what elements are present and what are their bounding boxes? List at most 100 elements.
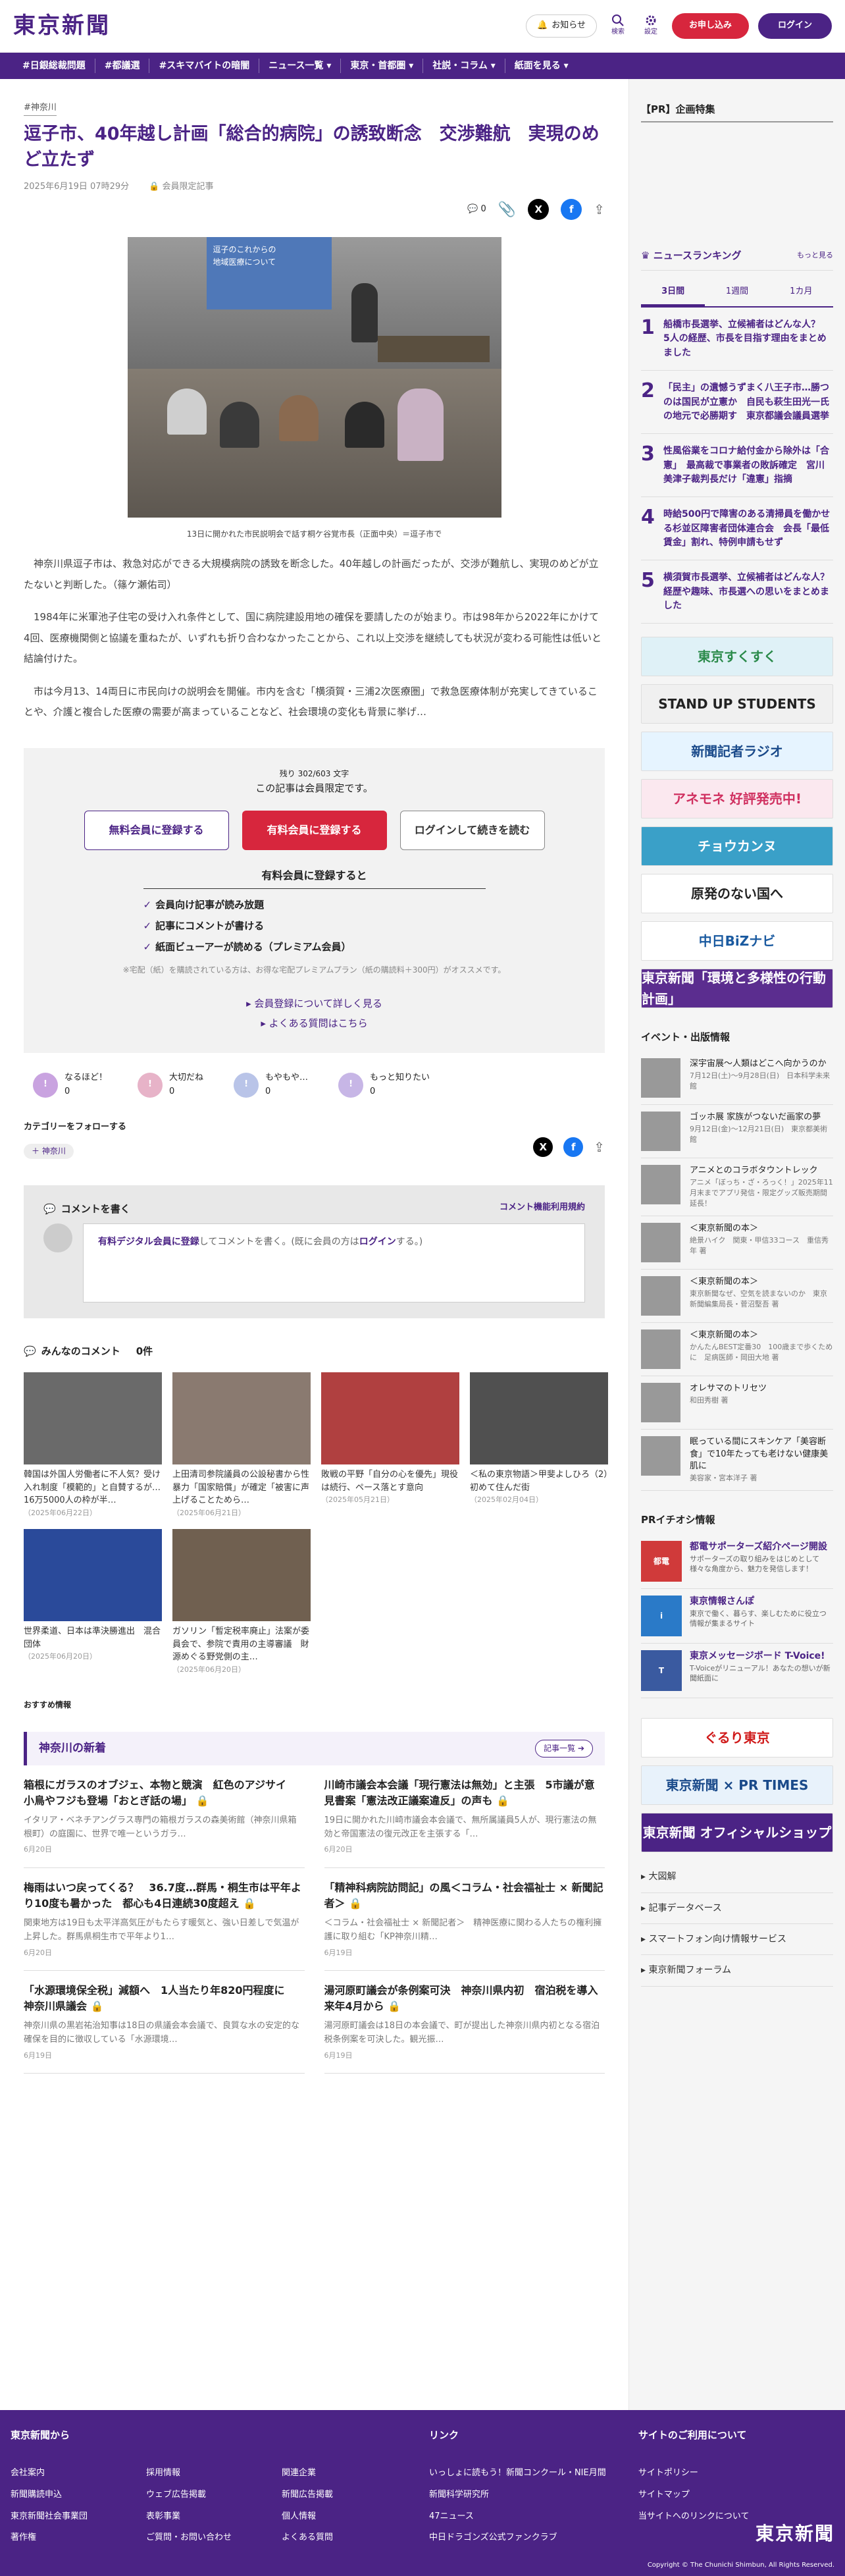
comment-login-link[interactable]: ログイン [359, 1237, 396, 1247]
footer-link[interactable]: 採用情報 [146, 2467, 282, 2481]
sidebar-banner[interactable]: 東京新聞「環境と多様性の行動計画」 [641, 969, 833, 1009]
sidebar-banner[interactable]: 東京すくすく [641, 637, 833, 677]
tab-1week[interactable]: 1週間 [705, 280, 769, 306]
related-card[interactable]: 上田清司参院議員の公設秘書から性暴力「国家賠償」が確定「被害に声上げることためら… [172, 1372, 311, 1518]
ranking-item[interactable]: 4 時給500円で障害のある清掃員を働かせる杉並区障害者団体連合会 会長「最低賃金… [641, 497, 833, 561]
ranking-more-link[interactable]: もっと見る [797, 250, 833, 261]
news-item[interactable]: 川崎市議会本会議「現行憲法は無効」と主張 5市議が意見書案「憲法改正議案違反」の… [324, 1765, 605, 1869]
settings-button[interactable]: 設定 [639, 14, 663, 38]
sidebar-link[interactable]: ▸ スマートフォン向け情報サービス [641, 1924, 833, 1956]
facebook-share-icon[interactable]: f [563, 1137, 584, 1157]
comment-count[interactable]: 💬 0 [467, 203, 486, 217]
sidebar-link[interactable]: ▸ 東京新聞フォーラム [641, 1955, 833, 1987]
sidebar-banner[interactable]: 新聞記者ラジオ [641, 732, 833, 772]
search-button[interactable]: 検索 [606, 14, 630, 38]
footer-link[interactable]: サイトマップ [638, 2488, 834, 2502]
footer-link[interactable]: 著作権 [11, 2531, 146, 2545]
nav-item[interactable]: #日銀総裁問題 [13, 58, 95, 74]
event-item[interactable]: オレサマのトリセツ 和田秀樹 著 [641, 1376, 833, 1430]
news-item[interactable]: 「精神科病院訪問記」の風＜コラム・社会福祉士 × 新聞記者＞ 🔒 ＜コラム・社会福… [324, 1868, 605, 1972]
reaction-button[interactable]: ! もやもや… 0 [234, 1071, 308, 1099]
ranking-item[interactable]: 1 船橋市長選挙、立候補者はどんな人？ 5人の経歴、市長を目指す理由をまとめました [641, 308, 833, 371]
footer-link[interactable]: 新聞科学研究所 [429, 2488, 638, 2502]
news-item[interactable]: 梅雨はいつ戻ってくる？ 36.7度…群馬・桐生市は平年より10度も暑かった 都心… [24, 1868, 305, 1972]
related-card[interactable]: 敗戦の平野「自分の心を優先」現役は続行、ペース落とす意向 （2025年05月21日… [321, 1372, 459, 1518]
membership-info-link[interactable]: ▸ 会員登録について詳しく見る [50, 994, 578, 1013]
event-item[interactable]: アニメとのコラボタウントレック アニメ「ぼっち・ざ・ろっく！」2025年11月末ま… [641, 1158, 833, 1216]
nav-item[interactable]: #都議選 [95, 58, 150, 74]
reaction-button[interactable]: ! 大切だね 0 [138, 1071, 203, 1099]
article-list-button[interactable]: 記事一覧 ➔ [535, 1739, 593, 1758]
footer-link[interactable]: ご質問・お問い合わせ [146, 2531, 282, 2545]
footer-link[interactable]: 中日ドラゴンズ公式ファンクラブ [429, 2531, 638, 2545]
comment-input[interactable]: 有料デジタル会員に登録してコメントを書く。(既に会員の方はログインする。) [83, 1223, 585, 1303]
nav-item[interactable]: 社説・コラム ▾ [423, 58, 505, 74]
pr-info-item[interactable]: T 東京メッセージボード T-Voice! T-Voiceがリニューアル！あなたの想… [641, 1644, 833, 1699]
paid-register-button[interactable]: 有料会員に登録する [242, 810, 387, 850]
tab-3days[interactable]: 3日間 [641, 280, 705, 306]
news-item[interactable]: 湯河原町議会が条例案可決 神奈川県内初 宿泊税を導入 来年4月から 🔒 湯河原町議… [324, 1971, 609, 2074]
event-item[interactable]: ゴッホ展 家族がつないだ画家の夢 9月12日(金)〜12月21日(日) 東京都美術… [641, 1105, 833, 1159]
reaction-button[interactable]: ! もっと知りたい 0 [338, 1071, 430, 1099]
footer-link[interactable]: 新聞購読申込 [11, 2488, 146, 2502]
ranking-item[interactable]: 5 横須賀市長選挙、立候補者はどんな人？ 経歴や趣味、市長選への思いをまとめました [641, 560, 838, 624]
event-item[interactable]: ＜東京新聞の本＞ 絶景ハイク 関東・甲信33コース 重信秀年 著 [641, 1216, 833, 1270]
footer-link[interactable]: よくある質問 [282, 2531, 417, 2545]
event-item[interactable]: 深宇宙展〜人類はどこへ向かうのか 7月12日(土)〜9月28日(日) 日本科学未来… [641, 1052, 833, 1106]
event-item[interactable]: ＜東京新聞の本＞ 東京新聞なぜ、空気を読まないのか 東京新聞編集局長・菅沼堅吾 著 [641, 1270, 833, 1323]
related-card[interactable]: 韓国は外国人労働者に不人気？受け入れ制度「模範的」と自賛するが…16万5000人… [24, 1372, 162, 1518]
x-share-icon[interactable]: X [528, 199, 550, 221]
footer-link[interactable]: 個人情報 [282, 2510, 417, 2524]
footer-link[interactable]: 会社案内 [11, 2467, 146, 2481]
share-icon[interactable]: ⇪ [594, 199, 605, 220]
ranking-item[interactable]: 3 性風俗業をコロナ給付金から除外は「合憲」 最高裁で事業者の敗訴確定 宮川美津子… [641, 434, 833, 497]
notification-button[interactable]: 🔔 お知らせ [526, 14, 597, 38]
nav-item[interactable]: ニュース一覧 ▾ [259, 58, 342, 74]
article-tag[interactable]: #神奈川 [24, 101, 57, 116]
footer-link[interactable]: サイトポリシー [638, 2467, 834, 2481]
login-continue-button[interactable]: ログインして続きを読む [399, 810, 545, 850]
nav-item[interactable]: 東京・首都圏 ▾ [341, 58, 424, 74]
news-item[interactable]: 箱根にガラスのオブジェ、本物と競演 紅色のアジサイ 小鳥やフジも登場「おとぎ話の… [24, 1765, 305, 1869]
ranking-item[interactable]: 2 「民主」の遺憾うずまく八王子市…勝つのは国民が立憲か 自民も萩生田光一氏の地元… [641, 371, 833, 434]
sidebar-banner[interactable]: チョウカンヌ [641, 826, 833, 867]
event-item[interactable]: 眠っている間にスキンケア「美容断食」で10年たっても老けない健康美肌に 美容家・宮… [641, 1430, 833, 1491]
footer-link[interactable]: 新聞広告掲載 [282, 2488, 417, 2502]
tab-1month[interactable]: 1カ月 [769, 280, 833, 306]
register-link[interactable]: 有料デジタル会員に登録 [98, 1237, 199, 1247]
nav-item[interactable]: #スキマバイトの暗闇 [149, 58, 260, 74]
footer-link[interactable]: 関連企業 [282, 2467, 417, 2481]
sidebar-banner[interactable]: STAND UP STUDENTS [641, 684, 833, 724]
sidebar-banner[interactable]: 東京新聞 オフィシャルショップ [641, 1813, 833, 1853]
clip-icon[interactable]: 📎 [498, 198, 516, 221]
nav-item[interactable]: 紙面を見る ▾ [505, 59, 578, 73]
sidebar-banner[interactable]: ぐるり東京 [641, 1718, 833, 1758]
x-share-icon[interactable]: X [533, 1137, 553, 1157]
related-card[interactable]: ＜私の東京物語＞甲斐よしひろ（2） 初めて住んだ街 （2025年02月04日） [470, 1372, 617, 1518]
sidebar-link[interactable]: ▸ 記事データベース [641, 1893, 833, 1925]
footer-link[interactable]: いっしょに読もう！新聞コンクール・NIE月間 [429, 2467, 638, 2481]
share-icon[interactable]: ⇪ [594, 1137, 605, 1158]
related-card[interactable]: 世界柔道、日本は準決勝進出 混合団体 （2025年06月20日） [24, 1529, 162, 1675]
sidebar-link[interactable]: ▸ 大図解 [641, 1862, 833, 1893]
pr-info-item[interactable]: 都電 都電サポーターズ紹介ページ開設 サポーターズの取り組みをはじめとして様々な角度… [641, 1534, 833, 1590]
footer-link[interactable]: 東京新聞社会事業団 [11, 2510, 146, 2524]
site-logo[interactable]: 東京新聞 [13, 8, 111, 43]
login-button[interactable]: ログイン [757, 13, 832, 39]
footer-logo[interactable]: 東京新聞 [755, 2519, 834, 2549]
free-register-button[interactable]: 無料会員に登録する [84, 810, 229, 850]
footer-link[interactable]: ウェブ広告掲載 [146, 2488, 282, 2502]
footer-link[interactable]: 表彰事業 [146, 2510, 282, 2524]
sidebar-banner[interactable]: アネモネ 好評発売中! [641, 779, 833, 819]
event-item[interactable]: ＜東京新聞の本＞ かんたんBEST定番30 100歳まで歩くために 足病医師・岡田… [641, 1323, 833, 1376]
sidebar-banner[interactable]: 東京新聞 × PR TIMES [641, 1765, 833, 1806]
subscribe-button[interactable]: お申し込み [671, 13, 749, 39]
pr-info-item[interactable]: i 東京情報さんぽ 東京で働く、暮らす、楽しむために役立つ情報が集まるサイト [641, 1589, 833, 1644]
news-item[interactable]: 「水源環境保全税」減額へ 1人当たり年820円程度に 神奈川県議会 🔒 神奈川県の… [24, 1971, 305, 2074]
reaction-button[interactable]: ! なるほど！ 0 [33, 1071, 107, 1099]
sidebar-banner[interactable]: 原発のない国へ [641, 874, 833, 914]
facebook-share-icon[interactable]: f [561, 199, 582, 221]
footer-link[interactable]: 47ニュース [429, 2510, 638, 2524]
comment-rules-link[interactable]: コメント機能利用規約 [499, 1201, 585, 1217]
follow-chip[interactable]: ＋ 神奈川 [24, 1144, 74, 1160]
